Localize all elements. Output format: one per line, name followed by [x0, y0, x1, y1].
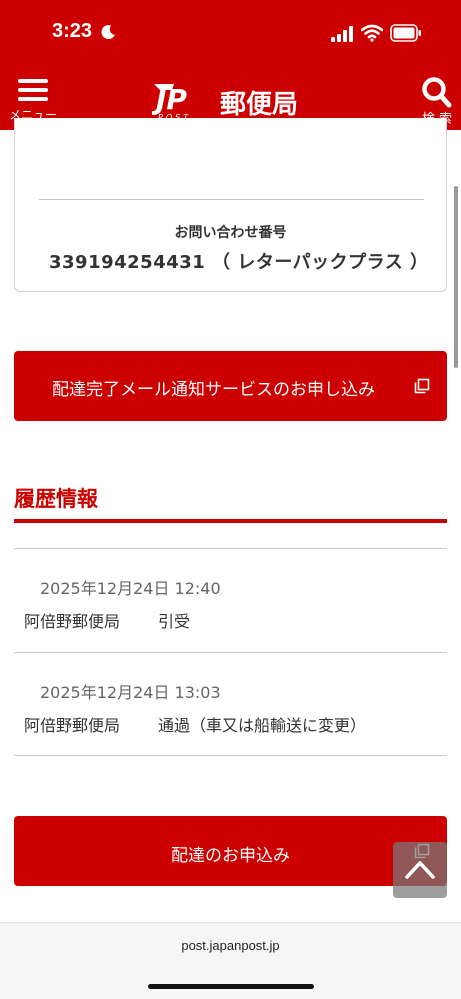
- history-status: 引受: [158, 612, 191, 631]
- history-section-title: 履歴情報: [14, 487, 98, 511]
- history-office: 阿倍野郵便局: [24, 716, 121, 735]
- wifi-icon: [361, 24, 383, 42]
- cellular-signal-icon: [331, 26, 353, 42]
- battery-icon: [390, 24, 421, 42]
- home-indicator[interactable]: [148, 984, 314, 989]
- status-bar: 3:23: [0, 0, 461, 68]
- tracking-card: お問い合わせ番号 339194254431 （ レターパックプラス ）: [14, 118, 447, 292]
- history-row: 2025年12月24日 13:03 阿倍野郵便局 通過（車又は船輸送に変更）: [14, 652, 447, 756]
- browser-url-bar[interactable]: post.japanpost.jp: [0, 922, 461, 999]
- url-text[interactable]: post.japanpost.jp: [0, 938, 461, 953]
- jp-post-logo-mark: JP POST: [152, 83, 188, 122]
- header-bar: 3:23 メニュー JP POST 郵便: [0, 0, 461, 130]
- chevron-up-icon: [405, 861, 435, 879]
- logo-text: 郵便局: [220, 90, 299, 120]
- delivery-notification-signup-button[interactable]: 配達完了メール通知サービスのお申し込み: [14, 351, 447, 421]
- notify-button-label: 配達完了メール通知サービスのお申し込み: [52, 380, 375, 400]
- history-title-underline: [14, 519, 447, 523]
- scrollbar[interactable]: [454, 186, 458, 368]
- moon-icon: [101, 25, 115, 40]
- svg-text:JP: JP: [152, 83, 187, 116]
- history-row: 2025年12月24日 12:40 阿倍野郵便局 引受: [14, 548, 447, 652]
- search-icon: [422, 77, 452, 108]
- hamburger-icon: [18, 79, 48, 103]
- inquiry-number: 339194254431 （ レターパックプラス ）: [49, 252, 429, 273]
- card-divider: [39, 199, 424, 200]
- history-datetime: 2025年12月24日 13:03: [40, 683, 221, 702]
- external-window-icon: [414, 378, 430, 394]
- inquiry-number-label: お問い合わせ番号: [174, 225, 287, 241]
- delivery-application-button[interactable]: 配達のお申込み: [14, 816, 447, 886]
- history-office: 阿倍野郵便局: [24, 612, 121, 631]
- apply-button-label: 配達のお申込み: [171, 846, 290, 866]
- back-to-top-button[interactable]: [393, 842, 447, 898]
- history-status: 通過（車又は船輸送に変更）: [158, 716, 367, 735]
- status-time: 3:23: [52, 20, 93, 42]
- history-datetime: 2025年12月24日 12:40: [40, 579, 221, 598]
